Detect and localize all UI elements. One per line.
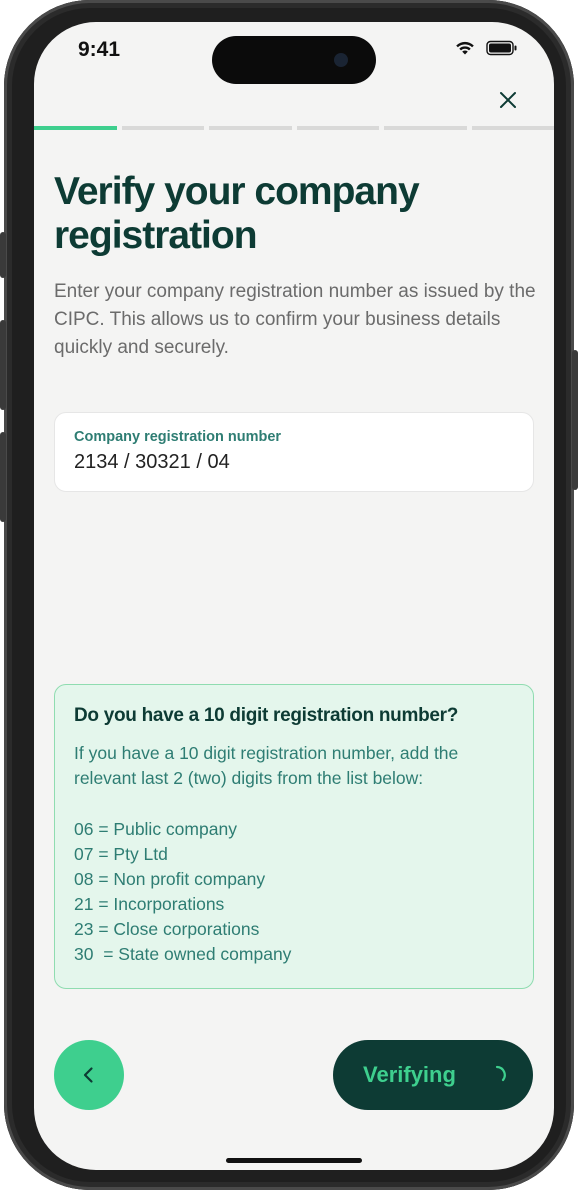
list-item: 21 = Incorporations xyxy=(74,894,225,914)
step-progress-bar xyxy=(34,126,554,130)
side-button-action xyxy=(0,232,6,278)
registration-number-field[interactable]: Company registration number xyxy=(54,412,534,492)
page-title: Verify your company registration xyxy=(54,170,420,257)
side-button-volume-up xyxy=(0,320,6,410)
list-item: 07 = Pty Ltd xyxy=(74,844,168,864)
registration-number-label: Company registration number xyxy=(74,429,282,445)
progress-segment xyxy=(34,126,117,130)
list-item: 23 = Close corporations xyxy=(74,919,260,939)
verify-button-label: Verifying xyxy=(363,1062,456,1087)
progress-segment xyxy=(209,126,292,130)
list-item: 08 = Non profit company xyxy=(74,869,266,889)
progress-segment xyxy=(121,126,204,130)
battery-icon xyxy=(486,40,517,56)
verify-button[interactable]: Verifying xyxy=(333,1040,533,1110)
list-item: 06 = Public company xyxy=(74,819,237,839)
dynamic-island xyxy=(212,36,376,84)
info-body: If you have a 10 digit registration numb… xyxy=(74,743,459,788)
home-indicator xyxy=(226,1158,362,1163)
status-time: 9:41 xyxy=(78,38,121,61)
info-title: Do you have a 10 digit registration numb… xyxy=(74,705,459,726)
page-description: Enter your company registration number a… xyxy=(54,281,536,358)
app-screen: 9:41 Verify your company registration En… xyxy=(34,22,554,1170)
phone-frame: 9:41 Verify your company registration En… xyxy=(0,0,578,1190)
status-icons xyxy=(454,40,518,56)
list-item: 30 = State owned company xyxy=(74,944,292,964)
registration-info-box: Do you have a 10 digit registration numb… xyxy=(54,684,534,989)
loading-spinner-icon xyxy=(495,1065,506,1082)
side-button-power xyxy=(572,350,578,490)
back-button[interactable] xyxy=(54,1040,124,1110)
registration-number-input[interactable] xyxy=(74,451,514,474)
progress-segment xyxy=(471,126,554,130)
progress-segment xyxy=(296,126,379,130)
wifi-icon xyxy=(456,41,474,55)
progress-segment xyxy=(384,126,467,130)
camera-icon xyxy=(334,53,348,67)
close-icon[interactable] xyxy=(496,88,520,112)
side-button-volume-down xyxy=(0,432,6,522)
chevron-left-icon xyxy=(83,1067,93,1083)
registration-code-list: 06 = Public company 07 = Pty Ltd 08 = No… xyxy=(74,817,291,967)
